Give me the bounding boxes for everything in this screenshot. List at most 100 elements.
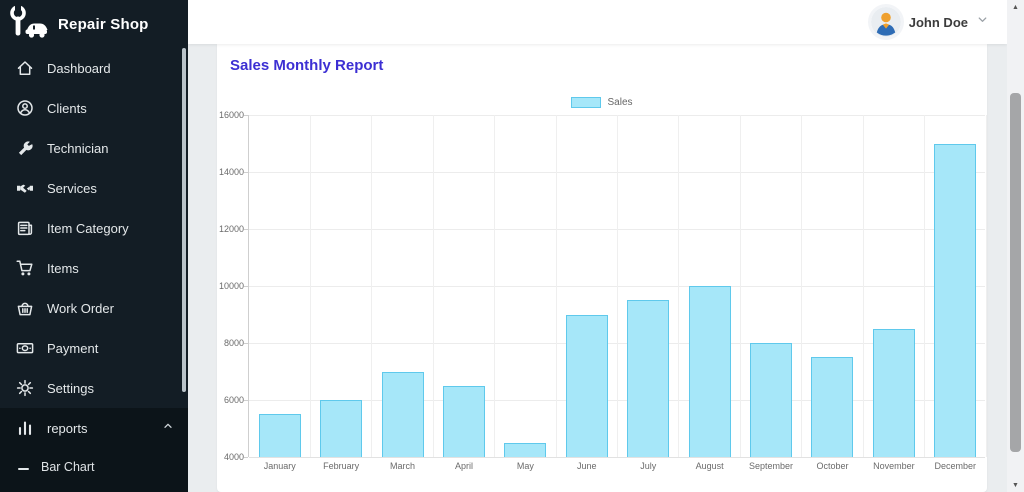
sidebar-item-label: Payment [47,340,99,356]
main-content: Sales Monthly Report Sales 4000 6000 8000 1… [188,44,1007,492]
bar-july[interactable] [627,300,670,457]
y-tick [244,171,248,173]
x-axis-label: August [695,461,724,471]
clients-icon [16,99,34,117]
x-axis-label: November [873,461,915,471]
bar-may[interactable] [504,442,547,457]
sidebar-subitem-bar-chart[interactable]: Bar Chart [0,448,188,486]
page-title: Sales Monthly Report [230,57,384,74]
scroll-down-arrow-icon[interactable]: ▼ [1007,478,1024,492]
y-tick [244,399,248,401]
banknote-icon [16,339,34,357]
bar-august[interactable] [688,286,731,457]
sidebar-item-label: Work Order [47,300,114,316]
gridline-x [617,115,618,457]
y-axis-label: 16000 [218,110,244,120]
sidebar-item-label: reports [47,420,88,436]
sidebar-scrollbar-thumb[interactable] [182,48,186,392]
sidebar-item-label: Settings [47,380,94,396]
x-axis-label: May [516,461,534,471]
sidebar-item-settings[interactable]: Settings [0,368,188,408]
gridline-x [862,115,864,457]
sidebar-item-technician[interactable]: Technician [0,128,188,168]
bar-november[interactable] [872,328,915,457]
bar-june[interactable] [565,314,608,457]
y-axis-label: 14000 [218,167,244,177]
y-tick [244,114,248,116]
handshake-icon [16,179,34,197]
gridline-x [678,115,680,457]
bar-chart-icon [16,419,34,437]
window-scrollbar[interactable]: ▲ ▼ [1007,0,1024,492]
y-tick [244,342,248,344]
legend-sales-swatch [571,97,602,108]
bar-february[interactable] [320,400,363,457]
gear-icon [16,379,34,397]
sidebar-item-label: Items [47,260,79,276]
window-scrollbar-thumb[interactable] [1010,93,1021,452]
sidebar: Repair Shop Dashboard Clients Technician Se… [0,0,188,492]
bar-september[interactable] [750,343,793,457]
x-axis-label: March [390,461,416,471]
gridline-x [494,115,496,457]
cart-icon [16,259,34,277]
sidebar-item-services[interactable]: Services [0,168,188,208]
x-axis-label: October [816,461,849,471]
x-axis-label: June [577,461,597,471]
x-axis-label: February [323,461,360,471]
x-axis-label: January [263,461,296,471]
y-axis-label: 6000 [223,395,244,405]
sidebar-item-items[interactable]: Items [0,248,188,288]
y-axis-label: 8000 [223,338,244,348]
chevron-up-icon [162,419,174,437]
gridline-x [555,115,557,457]
bar-march[interactable] [381,371,424,457]
sidebar-item-clients[interactable]: Clients [0,88,188,128]
x-axis-label: December [934,461,977,471]
gridline-x [924,115,926,457]
sidebar-item-label: Item Category [47,220,129,236]
chart-legend[interactable]: Sales [217,97,987,108]
gridline-x [371,115,373,457]
sidebar-item-label: Technician [47,140,109,156]
sidebar-item-label: Services [47,180,97,196]
y-axis-label: 10000 [218,281,244,291]
basket-icon [16,299,34,317]
reports-section: reports Bar Chart [0,408,188,492]
sidebar-subitem-label: Bar Chart [41,460,95,474]
brand-title: Repair Shop [58,15,149,33]
chevron-down-icon [976,13,989,31]
wrench-icon [16,139,34,157]
gridline-x [739,115,741,457]
bar-april[interactable] [442,385,485,457]
sidebar-item-label: Clients [47,100,87,116]
sidebar-item-work-order[interactable]: Work Order [0,288,188,328]
report-card: Sales Monthly Report Sales 4000 6000 8000 1… [217,44,987,492]
dash-icon [18,458,29,476]
user-menu[interactable]: John Doe [870,7,989,37]
y-tick [244,285,248,287]
x-axis-label: July [640,461,657,471]
newspaper-icon [16,219,34,237]
sidebar-nav: Dashboard Clients Technician Services Item C… [0,48,188,408]
gridline-x [985,115,987,457]
legend-sales-label: Sales [607,97,633,108]
bar-october[interactable] [811,357,854,457]
x-axis-label: September [749,461,794,471]
bar-december[interactable] [934,143,977,457]
user-avatar-icon [870,7,901,37]
bar-chart: 4000 6000 8000 10000 12000 14000 16000 January F… [219,110,987,471]
sidebar-item-dashboard[interactable]: Dashboard [0,48,188,88]
topbar: John Doe [188,0,1007,44]
home-icon [16,59,34,77]
sidebar-item-reports[interactable]: reports [0,408,188,448]
sidebar-item-item-category[interactable]: Item Category [0,208,188,248]
gridline-x [801,115,803,457]
user-name: John Doe [908,14,968,30]
brand[interactable]: Repair Shop [0,0,188,46]
scroll-up-arrow-icon[interactable]: ▲ [1007,0,1024,14]
sidebar-item-label: Dashboard [47,60,111,76]
bar-january[interactable] [258,414,301,457]
repair-shop-logo-icon [8,4,48,45]
sidebar-item-payment[interactable]: Payment [0,328,188,368]
